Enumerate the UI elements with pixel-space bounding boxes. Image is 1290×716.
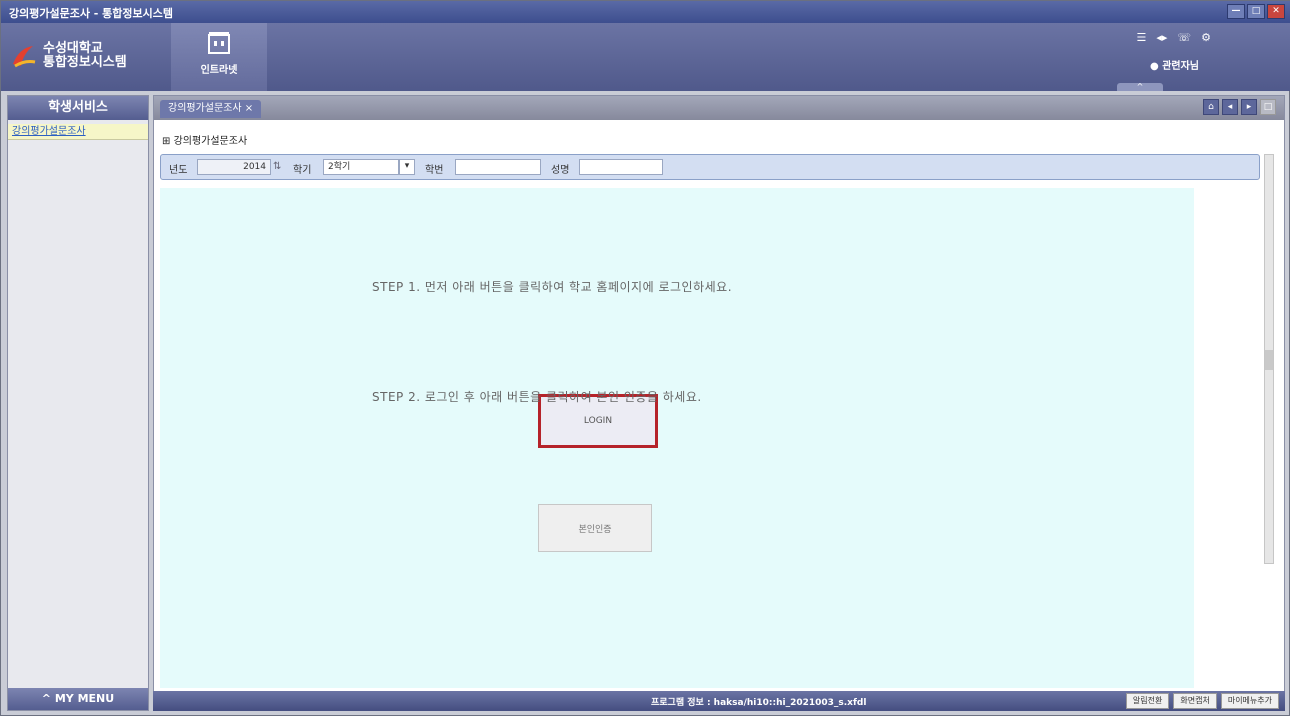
header-toolbar: ☰ ◂▸ ☏ ⚙ <box>1136 31 1211 44</box>
nav-intranet[interactable]: 인트라넷 <box>171 23 267 91</box>
sidebar: 학생서비스 강의평가설문조사 ^ MY MENU <box>7 95 149 711</box>
tab-bar: 강의평가설문조사 × ⌂ ◂ ▸ □ <box>154 96 1284 120</box>
notification-toggle-button[interactable]: 알림전환 <box>1125 693 1170 709</box>
add-my-menu-button[interactable]: 마이메뉴추가 <box>1220 693 1279 709</box>
year-stepper-icon[interactable]: ⇅ <box>273 161 281 172</box>
vertical-scrollbar[interactable] <box>1264 154 1274 564</box>
status-bar: 프로그램 정보 : haksa/hi10::hi_2021003_s.xfdl … <box>153 691 1285 711</box>
main-panel: 강의평가설문조사 × ⌂ ◂ ▸ □ ⊞ 강의평가설문조사 년도 2014 ⇅ … <box>153 95 1285 711</box>
search-filter-bar: 년도 2014 ⇅ 학기 2학기 ▾ 학번 성명 <box>160 154 1260 180</box>
year-label: 년도 <box>169 165 188 176</box>
logo-line-1: 수성대학교 <box>43 41 103 56</box>
window-title: 강의평가설문조사 - 통합정보시스템 <box>9 7 174 20</box>
user-icon: ● <box>1149 61 1163 72</box>
app-window: 강의평가설문조사 - 통합정보시스템 — □ ✕ 수성대학교 통합정보시스템 인… <box>0 0 1290 716</box>
user-name-label: 관련자님 <box>1162 61 1199 72</box>
name-input[interactable] <box>579 159 663 175</box>
verify-identity-button[interactable]: 본인인증 <box>538 504 652 552</box>
prev-tab-icon[interactable]: ◂ <box>1222 99 1238 115</box>
settings-icon[interactable]: ⚙ <box>1201 31 1211 44</box>
nav-arrows-icon[interactable]: ◂▸ <box>1156 31 1167 44</box>
content-area: STEP 1. 먼저 아래 버튼을 클릭하여 학교 홈페이지에 로그인하세요. … <box>160 188 1194 688</box>
step-1-instruction: STEP 1. 먼저 아래 버튼을 클릭하여 학교 홈페이지에 로그인하세요. <box>372 280 733 294</box>
tab-list-icon[interactable]: □ <box>1260 99 1276 115</box>
tab-course-evaluation[interactable]: 강의평가설문조사 × <box>160 100 262 118</box>
tab-tools: ⌂ ◂ ▸ □ <box>1203 99 1276 115</box>
menu-icon[interactable]: ☰ <box>1136 31 1146 44</box>
scrollbar-thumb[interactable] <box>1265 350 1273 370</box>
app-header: 수성대학교 통합정보시스템 인트라넷 ☰ ◂▸ ☏ ⚙ ● 관련자님 ^ <box>1 23 1290 91</box>
minimize-button[interactable]: — <box>1227 4 1245 19</box>
sidebar-title: 학생서비스 <box>8 96 148 120</box>
year-field[interactable]: 2014 <box>197 159 271 175</box>
name-label: 성명 <box>551 165 570 176</box>
window-titlebar: 강의평가설문조사 - 통합정보시스템 — □ ✕ <box>1 1 1290 23</box>
header-collapse-tab[interactable]: ^ <box>1117 83 1163 91</box>
university-logo: 수성대학교 통합정보시스템 <box>9 33 159 79</box>
page-title-text: 강의평가설문조사 <box>173 136 248 147</box>
student-id-label: 학번 <box>425 165 444 176</box>
university-logo-icon <box>13 46 36 68</box>
sidebar-item-course-evaluation[interactable]: 강의평가설문조사 <box>8 124 148 140</box>
maximize-button[interactable]: □ <box>1247 4 1265 19</box>
close-button[interactable]: ✕ <box>1267 4 1285 19</box>
home-icon[interactable]: ⌂ <box>1203 99 1219 115</box>
building-icon <box>208 32 230 54</box>
status-buttons: 알림전환 화면캡처 마이메뉴추가 <box>1125 693 1279 709</box>
next-tab-icon[interactable]: ▸ <box>1241 99 1257 115</box>
term-label: 학기 <box>293 165 312 176</box>
program-info: 프로그램 정보 : haksa/hi10::hi_2021003_s.xfdl <box>651 698 867 708</box>
term-select[interactable]: 2학기 <box>323 159 399 175</box>
step-2-instruction: STEP 2. 로그인 후 아래 버튼을 클릭하여 본인 인증을 하세요. <box>372 390 702 404</box>
page-title-icon: ⊞ <box>162 136 174 147</box>
student-id-input[interactable] <box>455 159 541 175</box>
screen-capture-button[interactable]: 화면캡처 <box>1173 693 1217 709</box>
phone-icon[interactable]: ☏ <box>1177 31 1191 44</box>
nav-intranet-label: 인트라넷 <box>200 65 238 76</box>
my-menu-button[interactable]: ^ MY MENU <box>8 688 148 710</box>
chevron-down-icon[interactable]: ▾ <box>399 159 415 175</box>
page-title: ⊞ 강의평가설문조사 <box>162 132 247 147</box>
user-name[interactable]: ● 관련자님 <box>1150 57 1199 72</box>
window-controls: — □ ✕ <box>1227 4 1285 19</box>
logo-line-2: 통합정보시스템 <box>43 55 127 70</box>
